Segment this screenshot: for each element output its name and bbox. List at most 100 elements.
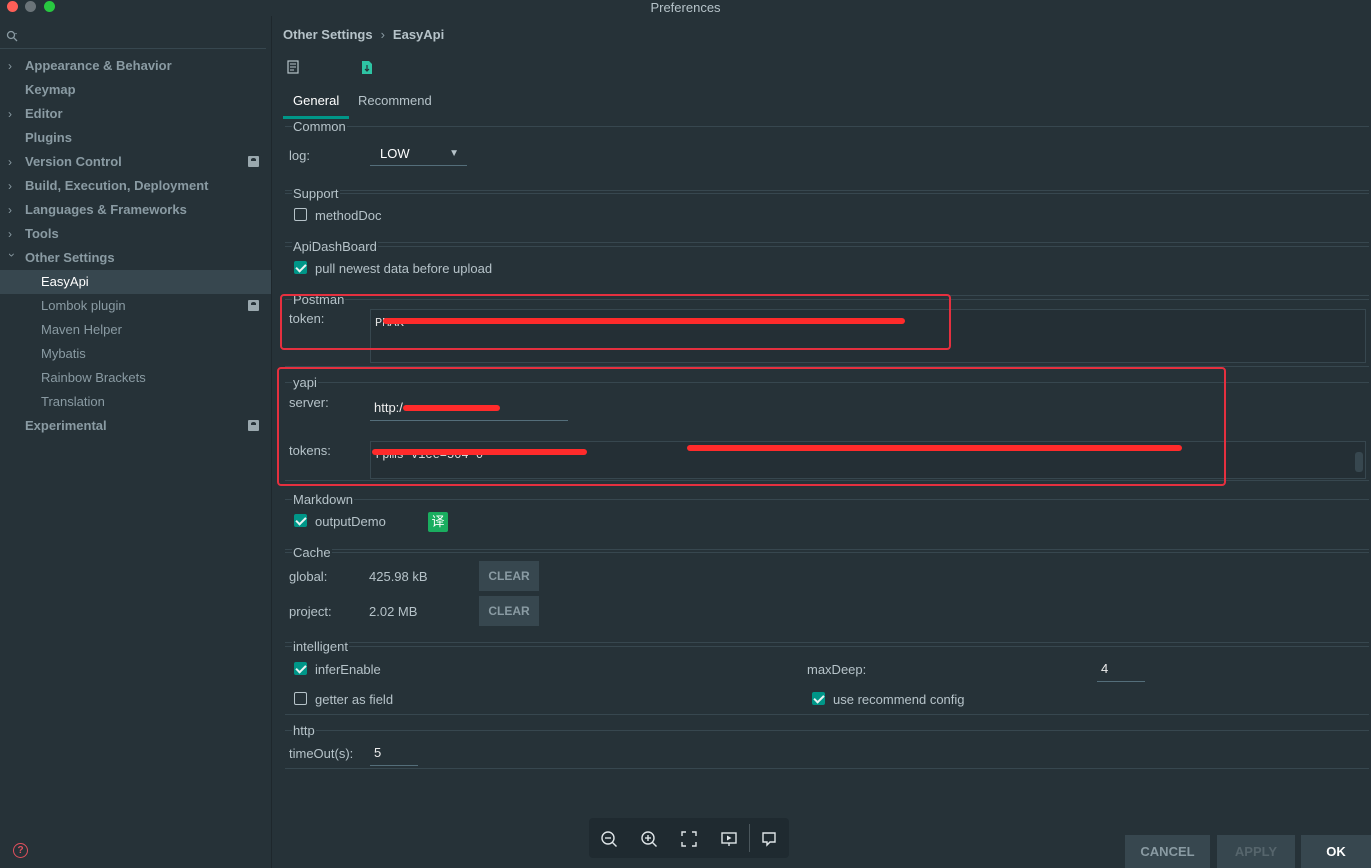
markdown-group: Markdown outputDemo 译 xyxy=(285,492,1369,550)
chevron-right-icon: › xyxy=(8,179,12,193)
toolbar-divider xyxy=(749,824,750,852)
help-icon[interactable]: ? xyxy=(13,843,28,858)
use-recommend-config-checkbox[interactable] xyxy=(812,692,825,705)
chevron-down-icon: › xyxy=(5,253,19,257)
cache-project-size: 2.02 MB xyxy=(369,604,418,619)
translate-icon[interactable]: 译 xyxy=(428,512,448,532)
annotation-box xyxy=(277,367,1226,486)
fit-screen-icon[interactable] xyxy=(680,830,698,848)
sidebar-item-label: Appearance & Behavior xyxy=(25,58,172,73)
sidebar-item-label: Plugins xyxy=(25,130,72,145)
group-title: ApiDashBoard xyxy=(292,239,378,254)
sidebar-item-label: Lombok plugin xyxy=(41,298,126,313)
sidebar-item-label: Keymap xyxy=(25,82,76,97)
sidebar-item-label: Rainbow Brackets xyxy=(41,370,146,385)
sidebar-item-rainbow-brackets[interactable]: Rainbow Brackets xyxy=(0,366,271,390)
apply-button[interactable]: APPLY xyxy=(1217,835,1295,868)
clear-project-cache-button[interactable]: CLEAR xyxy=(479,596,539,626)
sidebar-item-experimental[interactable]: Experimental xyxy=(0,414,271,438)
sidebar-item-translation[interactable]: Translation xyxy=(0,390,271,414)
sidebar-item-plugins[interactable]: Plugins xyxy=(0,126,271,150)
window-title: Preferences xyxy=(650,0,721,15)
breadcrumb: Other Settings › EasyApi xyxy=(283,27,444,42)
pull-newest-checkbox[interactable] xyxy=(294,261,307,274)
dropdown-arrow-icon: ▼ xyxy=(449,148,459,159)
getter-as-field-label: getter as field xyxy=(315,692,394,707)
cache-project-label: project: xyxy=(289,604,332,619)
group-title: Markdown xyxy=(292,492,354,507)
sidebar-item-label: Build, Execution, Deployment xyxy=(25,178,209,193)
annotation-box xyxy=(280,294,951,350)
sidebar-item-other-settings[interactable]: › Other Settings xyxy=(0,246,271,270)
log-level-select[interactable]: LOW ▼ xyxy=(370,142,467,166)
infer-enable-label: inferEnable xyxy=(315,662,381,677)
cancel-button[interactable]: CANCEL xyxy=(1125,835,1210,868)
project-level-icon xyxy=(248,300,259,311)
sidebar-item-keymap[interactable]: Keymap xyxy=(0,78,271,102)
ok-button[interactable]: OK xyxy=(1301,835,1371,868)
breadcrumb-parent[interactable]: Other Settings xyxy=(283,27,373,42)
max-deep-value: 4 xyxy=(1101,661,1109,676)
export-settings-icon[interactable] xyxy=(287,60,301,75)
sidebar-item-label: EasyApi xyxy=(41,274,89,289)
output-demo-label: outputDemo xyxy=(315,514,386,529)
zoom-in-icon[interactable] xyxy=(640,830,658,848)
chevron-right-icon: › xyxy=(8,203,12,217)
sidebar-item-label: Mybatis xyxy=(41,346,86,361)
max-deep-input[interactable]: 4 xyxy=(1097,658,1145,682)
tab-general[interactable]: General xyxy=(283,91,350,119)
log-label: log: xyxy=(289,148,310,163)
sidebar-item-label: Experimental xyxy=(25,418,107,433)
import-settings-icon[interactable] xyxy=(360,60,374,75)
project-level-icon xyxy=(248,156,259,167)
sidebar-item-appearance-behavior[interactable]: › Appearance & Behavior xyxy=(0,54,271,78)
comment-icon[interactable] xyxy=(760,830,778,848)
sidebar-item-label: Version Control xyxy=(25,154,122,169)
group-title: Common xyxy=(292,119,347,134)
max-deep-label: maxDeep: xyxy=(807,662,867,677)
timeout-value: 5 xyxy=(374,745,382,760)
sidebar-item-editor[interactable]: › Editor xyxy=(0,102,271,126)
getter-as-field-checkbox[interactable] xyxy=(294,692,307,705)
log-level-value: LOW xyxy=(380,146,410,161)
intelligent-group: intelligent inferEnable maxDeep: 4 gette… xyxy=(285,639,1369,715)
tab-recommend[interactable]: Recommend xyxy=(348,91,442,116)
slideshow-icon[interactable] xyxy=(720,830,738,848)
clear-global-cache-button[interactable]: CLEAR xyxy=(479,561,539,591)
cache-global-label: global: xyxy=(289,569,328,584)
zoom-out-icon[interactable] xyxy=(600,830,618,848)
api-dashboard-group: ApiDashBoard pull newest data before upl… xyxy=(285,239,1369,296)
title-bar: Preferences xyxy=(0,0,1371,16)
settings-content: Other Settings › EasyApi General Recommend… xyxy=(272,16,1371,868)
output-demo-checkbox[interactable] xyxy=(294,514,307,527)
sidebar-item-version-control[interactable]: › Version Control xyxy=(0,150,271,174)
scrollbar-thumb[interactable] xyxy=(1355,452,1363,472)
infer-enable-checkbox[interactable] xyxy=(294,662,307,675)
sidebar-item-tools[interactable]: › Tools xyxy=(0,222,271,246)
timeout-label: timeOut(s): xyxy=(289,746,354,761)
timeout-input[interactable]: 5 xyxy=(370,742,418,766)
sidebar-item-build-execution-deployment[interactable]: › Build, Execution, Deployment xyxy=(0,174,271,198)
sidebar-item-maven-helper[interactable]: Maven Helper xyxy=(0,318,271,342)
settings-sidebar: › Appearance & Behavior Keymap › Editor … xyxy=(0,16,272,868)
group-title: Cache xyxy=(292,545,332,560)
group-title: http xyxy=(292,723,316,738)
sidebar-item-label: Translation xyxy=(41,394,105,409)
sidebar-item-lombok-plugin[interactable]: Lombok plugin xyxy=(0,294,271,318)
group-title: Support xyxy=(292,186,340,201)
use-recommend-config-label: use recommend config xyxy=(833,692,965,707)
sidebar-item-easyapi[interactable]: EasyApi xyxy=(0,270,271,294)
common-group: Common log: LOW ▼ xyxy=(285,119,1369,191)
breadcrumb-separator: › xyxy=(380,27,385,42)
search-icon xyxy=(6,30,18,42)
sidebar-item-label: Maven Helper xyxy=(41,322,122,337)
support-group: Support methodDoc xyxy=(285,186,1369,243)
method-doc-checkbox[interactable] xyxy=(294,208,307,221)
sidebar-item-languages-frameworks[interactable]: › Languages & Frameworks xyxy=(0,198,271,222)
http-group: http timeOut(s): 5 xyxy=(285,723,1369,769)
cache-global-size: 425.98 kB xyxy=(369,569,428,584)
breadcrumb-current: EasyApi xyxy=(392,27,445,42)
sidebar-item-mybatis[interactable]: Mybatis xyxy=(0,342,271,366)
search-input[interactable] xyxy=(0,26,266,49)
chevron-right-icon: › xyxy=(8,107,12,121)
